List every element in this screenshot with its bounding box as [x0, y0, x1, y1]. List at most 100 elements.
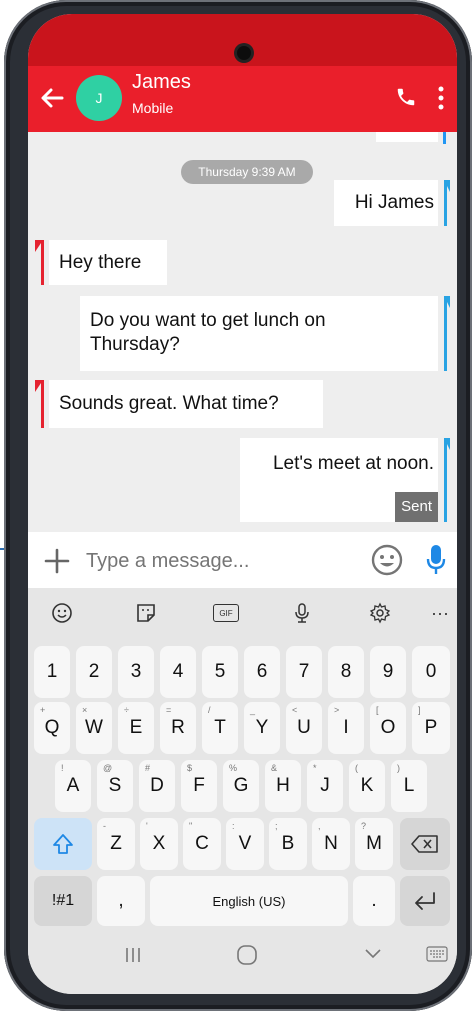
- key-label: Z: [110, 833, 122, 854]
- key-y[interactable]: _ Y: [244, 702, 280, 754]
- key-alt: ': [146, 821, 148, 831]
- key-i[interactable]: > I: [328, 702, 364, 754]
- key-label: F: [193, 775, 205, 796]
- key-k[interactable]: (K: [349, 760, 385, 812]
- key-m[interactable]: ? M: [355, 818, 393, 870]
- key-v[interactable]: :V: [226, 818, 264, 870]
- key-c[interactable]: " C: [183, 818, 221, 870]
- message-bubble-incoming[interactable]: Sounds great. What time?: [35, 380, 323, 428]
- screen: J James Mobile Thursday 9:39 AM Hi James…: [28, 14, 457, 994]
- key-s[interactable]: @ S: [97, 760, 133, 812]
- key-0[interactable]: 0: [412, 646, 450, 698]
- key-9[interactable]: 9: [370, 646, 406, 698]
- key-label: A: [66, 775, 80, 796]
- key-2[interactable]: 2: [76, 646, 112, 698]
- home-icon[interactable]: [236, 944, 258, 966]
- enter-key[interactable]: [400, 876, 450, 926]
- sent-status-label: Sent: [395, 492, 438, 522]
- microphone-icon[interactable]: [426, 544, 446, 576]
- avatar[interactable]: J: [76, 75, 122, 121]
- message-text: Do you want to get lunch on Thursday?: [90, 310, 326, 355]
- period-key[interactable]: .: [353, 876, 395, 926]
- front-camera: [237, 46, 251, 60]
- key-e[interactable]: ÷ E: [118, 702, 154, 754]
- key-t[interactable]: / T: [202, 702, 238, 754]
- message-bubble-outgoing[interactable]: Do you want to get lunch on Thursday?: [80, 296, 450, 371]
- phone-call-icon[interactable]: [395, 86, 417, 108]
- keyboard-switch-icon[interactable]: [426, 946, 448, 962]
- message-bubble-outgoing[interactable]: Hi James: [334, 180, 450, 226]
- recent-apps-icon[interactable]: [124, 946, 142, 964]
- key-label: H: [276, 775, 290, 796]
- key-p[interactable]: ] P: [412, 702, 450, 754]
- symbols-key[interactable]: !#1: [34, 876, 92, 926]
- hide-keyboard-icon[interactable]: [364, 948, 382, 960]
- key-label: E: [129, 717, 143, 738]
- key-x[interactable]: ' X: [140, 818, 178, 870]
- emoji-icon[interactable]: [50, 602, 74, 624]
- key-8[interactable]: 8: [328, 646, 364, 698]
- back-arrow-icon[interactable]: [38, 84, 66, 112]
- key-label: Q: [44, 717, 60, 738]
- key-f[interactable]: $ F: [181, 760, 217, 812]
- key-z[interactable]: -Z: [97, 818, 135, 870]
- key-alt: >: [334, 705, 340, 715]
- attach-plus-icon[interactable]: [44, 548, 70, 574]
- key-alt: ): [397, 763, 400, 773]
- key-7[interactable]: 7: [286, 646, 322, 698]
- date-separator: Thursday 9:39 AM: [181, 160, 313, 184]
- more-icon[interactable]: ···: [428, 602, 452, 624]
- key-5[interactable]: 5: [202, 646, 238, 698]
- emoji-icon[interactable]: [371, 544, 403, 576]
- key-alt: @: [103, 763, 113, 773]
- key-alt: %: [229, 763, 238, 773]
- key-u[interactable]: < U: [286, 702, 322, 754]
- key-alt: ,: [318, 821, 321, 831]
- contact-number-type: Mobile: [132, 100, 174, 116]
- key-alt: _: [250, 705, 256, 715]
- key-alt: -: [103, 821, 106, 831]
- key-label: C: [195, 833, 209, 854]
- message-text: Let's meet at noon.: [272, 453, 434, 474]
- key-label: L: [403, 775, 415, 796]
- key-n[interactable]: ,N: [312, 818, 350, 870]
- key-alt: *: [313, 763, 317, 773]
- key-d[interactable]: # D: [139, 760, 175, 812]
- key-l[interactable]: ) L: [391, 760, 427, 812]
- key-o[interactable]: [O: [370, 702, 406, 754]
- key-label: W: [85, 717, 103, 738]
- phone-frame: J James Mobile Thursday 9:39 AM Hi James…: [4, 0, 472, 1011]
- space-bar[interactable]: English (US): [150, 876, 348, 926]
- backspace-icon: [411, 835, 438, 853]
- key-b[interactable]: ; B: [269, 818, 307, 870]
- key-label: X: [152, 833, 166, 854]
- key-4[interactable]: 4: [160, 646, 196, 698]
- key-g[interactable]: % G: [223, 760, 259, 812]
- message-thread[interactable]: Thursday 9:39 AM Hi James Hey there Do y…: [28, 132, 457, 532]
- message-bubble-outgoing[interactable]: Let's meet at noon. Sent: [240, 438, 450, 522]
- key-alt: ÷: [124, 705, 129, 715]
- key-label: V: [238, 833, 252, 854]
- key-1[interactable]: 1: [34, 646, 70, 698]
- settings-gear-icon[interactable]: [368, 602, 392, 624]
- key-w[interactable]: × W: [76, 702, 112, 754]
- voice-input-icon[interactable]: [290, 602, 314, 624]
- comma-key[interactable]: ,: [97, 876, 145, 926]
- gif-icon[interactable]: GIF: [213, 604, 239, 622]
- more-options-icon[interactable]: [438, 86, 444, 110]
- sticker-icon[interactable]: [134, 602, 158, 624]
- message-input[interactable]: [84, 544, 328, 578]
- backspace-key[interactable]: [400, 818, 450, 870]
- key-j[interactable]: * J: [307, 760, 343, 812]
- key-6[interactable]: 6: [244, 646, 280, 698]
- key-r[interactable]: = R: [160, 702, 196, 754]
- key-a[interactable]: ! A: [55, 760, 91, 812]
- key-label: G: [233, 775, 249, 796]
- key-h[interactable]: & H: [265, 760, 301, 812]
- key-3[interactable]: 3: [118, 646, 154, 698]
- key-q[interactable]: + Q: [34, 702, 70, 754]
- key-alt: [: [376, 705, 379, 715]
- key-alt: :: [232, 821, 235, 831]
- message-bubble-incoming[interactable]: Hey there: [35, 240, 167, 285]
- shift-key[interactable]: [34, 818, 92, 870]
